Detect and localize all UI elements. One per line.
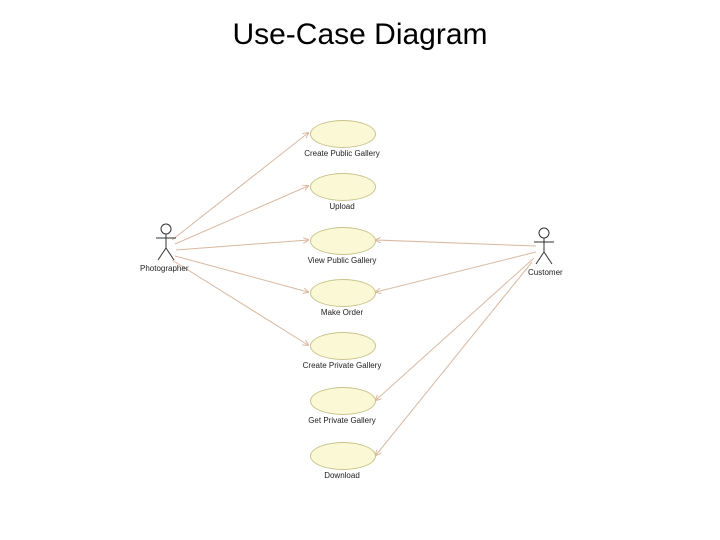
usecase-label: Download: [272, 471, 412, 480]
actor-customer: [530, 226, 558, 266]
usecase-label: Create Public Gallery: [272, 149, 412, 158]
usecase-label: Make Order: [272, 308, 412, 317]
actor-photographer-label: Photographer: [140, 264, 188, 273]
usecase-create-private-gallery: [310, 332, 376, 360]
usecase-label: Get Private Gallery: [272, 416, 412, 425]
usecase-view-public-gallery: [310, 227, 376, 255]
usecase-make-order: [310, 279, 376, 307]
usecase-download: [310, 442, 376, 470]
actor-customer-label: Customer: [528, 268, 563, 277]
usecase-label: Create Private Gallery: [272, 361, 412, 370]
actor-icon: [530, 226, 558, 266]
usecase-get-private-gallery: [310, 387, 376, 415]
usecase-upload: [310, 173, 376, 201]
diagram-canvas: Photographer Customer Create Public Gall…: [0, 0, 720, 540]
usecase-create-public-gallery: [310, 120, 376, 148]
actor-icon: [152, 222, 180, 262]
actor-photographer: [152, 222, 180, 262]
usecase-label: View Public Gallery: [272, 256, 412, 265]
usecase-label: Upload: [272, 202, 412, 211]
